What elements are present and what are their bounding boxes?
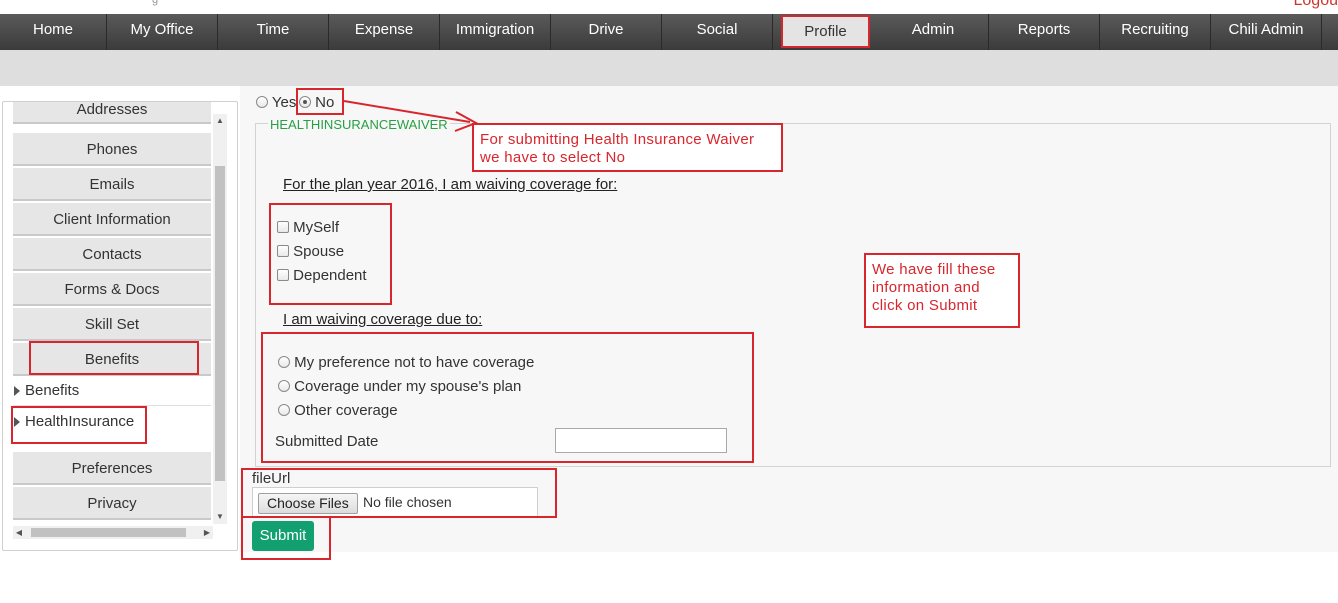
note-line: For submitting Health Insurance Waiver — [480, 131, 755, 148]
note-fill-and-submit: We have fill these information and click… — [864, 253, 1020, 328]
note-line: information and — [872, 279, 980, 296]
note-line: we have to select No — [480, 149, 626, 166]
note-select-no: For submitting Health Insurance Waiver w… — [472, 123, 783, 172]
note-line: click on Submit — [872, 297, 978, 314]
annotation-arrow — [343, 100, 479, 132]
note-line: We have fill these — [872, 261, 996, 278]
